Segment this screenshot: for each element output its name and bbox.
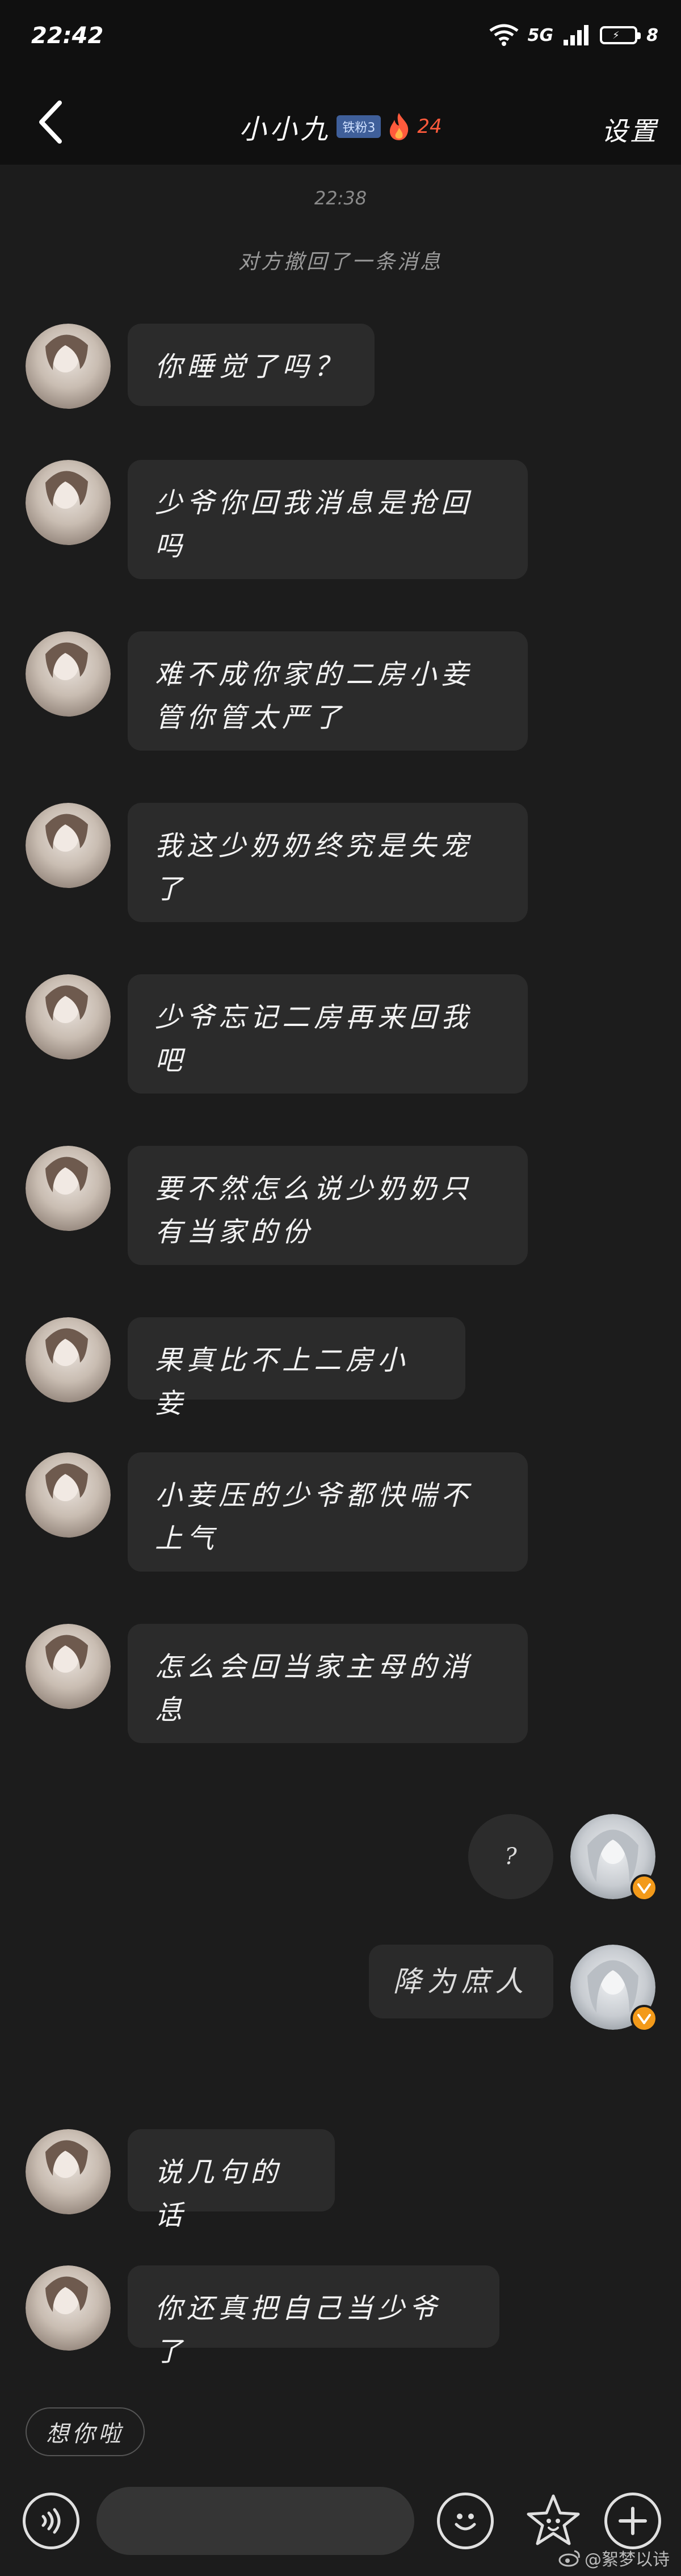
chat-header: 小小九 铁粉3 24 设置: [0, 85, 681, 165]
message-bubble[interactable]: 我这少奶奶终究是失宠了: [128, 803, 528, 922]
message-bubble[interactable]: 少爷忘记二房再来回我吧: [128, 974, 528, 1094]
contact-avatar[interactable]: [26, 1452, 111, 1538]
voice-icon: [41, 2508, 61, 2534]
message-input[interactable]: [96, 2487, 414, 2555]
contact-avatar[interactable]: [26, 974, 111, 1059]
contact-avatar[interactable]: [26, 1146, 111, 1231]
my-avatar[interactable]: [570, 1814, 658, 1901]
my-avatar[interactable]: [570, 1945, 658, 2032]
contact-avatar[interactable]: [26, 1624, 111, 1709]
message-bubble[interactable]: 你睡觉了吗？: [128, 324, 375, 406]
chat-messages[interactable]: 22:38 对方撤回了一条消息 你睡觉了吗？ 少爷你回我消息是抢回吗 难不成你家…: [0, 165, 681, 2390]
contact-avatar[interactable]: [26, 324, 111, 409]
plus-icon: [619, 2507, 647, 2535]
sticker-button[interactable]: [522, 2490, 585, 2552]
signal-icon: [564, 25, 589, 45]
voice-button[interactable]: [23, 2493, 79, 2549]
contact-avatar[interactable]: [26, 460, 111, 545]
emoji-button[interactable]: [437, 2493, 494, 2549]
verified-badge-icon: [630, 2005, 658, 2032]
add-button[interactable]: [604, 2493, 661, 2549]
quick-reply-bar: 想你啦: [0, 2390, 681, 2464]
status-bar: 22:42 5G ⚡ 8: [0, 0, 681, 85]
contact-avatar[interactable]: [26, 803, 111, 888]
input-bar: @絮梦以诗: [0, 2464, 681, 2576]
message-bubble[interactable]: 你还真把自己当少爷了: [128, 2265, 499, 2368]
contact-avatar[interactable]: [26, 2265, 111, 2351]
contact-avatar[interactable]: [26, 2129, 111, 2214]
contact-avatar[interactable]: [26, 631, 111, 717]
watermark: @絮梦以诗: [558, 2545, 670, 2570]
watermark-text: @絮梦以诗: [585, 2550, 670, 2570]
message-bubble[interactable]: 小妾压的少爷都快喘不上气: [128, 1452, 528, 1572]
contact-name: 小小九: [239, 114, 331, 145]
streak-count: 24: [417, 115, 442, 138]
message-timestamp: 22:38: [314, 187, 367, 209]
battery-level: 8: [646, 25, 658, 45]
recall-notice: 对方撤回了一条消息: [238, 250, 443, 274]
message-bubble[interactable]: 果真比不上二房小妾: [128, 1317, 465, 1419]
fan-level-badge: 铁粉3: [337, 115, 381, 138]
status-time: 22:42: [31, 23, 104, 49]
message-bubble[interactable]: 少爷你回我消息是抢回吗: [128, 460, 528, 579]
sticker-message[interactable]: 降为庶人: [369, 1945, 553, 2018]
sticker-message[interactable]: ?: [468, 1814, 553, 1899]
settings-button[interactable]: 设置: [602, 111, 658, 148]
contact-info: 小小九 铁粉3 24: [0, 107, 681, 146]
verified-badge-icon: [630, 1874, 658, 1901]
smile-icon: [455, 2514, 476, 2531]
message-bubble[interactable]: 说几句的话: [128, 2129, 335, 2231]
weibo-logo-icon: [558, 2550, 580, 2567]
message-bubble[interactable]: 要不然怎么说少奶奶只有当家的份: [128, 1146, 528, 1265]
star-face-icon: [527, 2494, 580, 2545]
quick-reply-chip[interactable]: 想你啦: [26, 2407, 145, 2456]
message-bubble[interactable]: 难不成你家的二房小妾管你管太严了: [128, 631, 528, 751]
status-icons: 5G ⚡ 8: [489, 24, 658, 47]
battery-icon: ⚡: [600, 26, 641, 44]
fire-icon: [390, 113, 409, 140]
contact-avatar[interactable]: [26, 1317, 111, 1402]
network-type: 5G: [527, 25, 554, 45]
wifi-icon: [489, 24, 519, 46]
message-bubble[interactable]: 怎么会回当家主母的消息: [128, 1624, 528, 1743]
